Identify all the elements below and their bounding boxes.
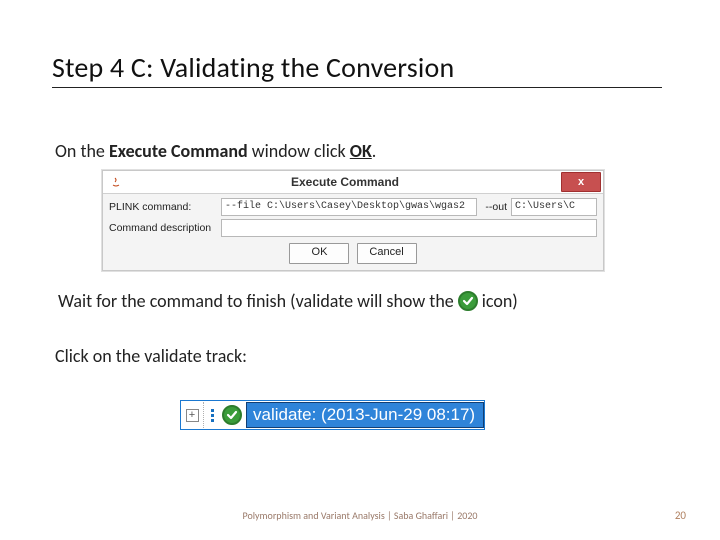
validate-check-icon bbox=[222, 405, 242, 425]
page-number: 20 bbox=[675, 509, 686, 522]
dialog-name-bold: Execute Command bbox=[109, 140, 248, 162]
track-handle-icon bbox=[204, 409, 220, 422]
validate-track-label: validate: (2013-Jun-29 08:17) bbox=[246, 402, 484, 428]
java-icon bbox=[109, 175, 123, 189]
close-button[interactable]: x bbox=[561, 172, 601, 192]
text: window click bbox=[248, 140, 350, 162]
ok-underline: OK bbox=[350, 140, 372, 162]
instruction-line-1: On the Execute Command window click OK. bbox=[55, 140, 376, 162]
plink-label: PLINK command: bbox=[109, 201, 217, 213]
text: On the bbox=[55, 140, 109, 162]
description-label: Command description bbox=[109, 222, 217, 234]
dialog-titlebar: Execute Command x bbox=[103, 171, 603, 194]
validate-check-icon bbox=[458, 291, 478, 311]
instruction-line-2: Wait for the command to finish (validate… bbox=[58, 290, 518, 312]
expand-toggle[interactable]: + bbox=[181, 402, 204, 428]
dialog-title-text: Execute Command bbox=[129, 175, 561, 189]
description-row: Command description bbox=[109, 219, 597, 237]
text: Wait for the command to finish (validate… bbox=[58, 290, 454, 312]
out-path-input[interactable]: C:\Users\C bbox=[511, 198, 597, 216]
text: . bbox=[372, 140, 377, 162]
slide-footer: Polymorphism and Variant Analysis | Saba… bbox=[0, 509, 720, 522]
instruction-line-3: Click on the validate track: bbox=[55, 345, 247, 367]
dialog-body: PLINK command: --file C:\Users\Casey\Des… bbox=[103, 194, 603, 270]
text: icon) bbox=[482, 290, 518, 312]
dialog-button-row: OK Cancel bbox=[109, 240, 597, 264]
ok-button[interactable]: OK bbox=[289, 243, 349, 264]
validate-track[interactable]: + validate: (2013-Jun-29 08:17) bbox=[180, 400, 485, 430]
plink-command-row: PLINK command: --file C:\Users\Casey\Des… bbox=[109, 198, 597, 216]
out-flag-label: --out bbox=[485, 201, 507, 213]
slide-title: Step 4 C: Validating the Conversion bbox=[52, 50, 662, 88]
description-input[interactable] bbox=[221, 219, 597, 237]
plink-command-input[interactable]: --file C:\Users\Casey\Desktop\gwas\wgas2 bbox=[221, 198, 477, 216]
execute-command-dialog: Execute Command x PLINK command: --file … bbox=[102, 170, 604, 271]
cancel-button[interactable]: Cancel bbox=[357, 243, 417, 264]
plus-icon: + bbox=[186, 409, 199, 422]
